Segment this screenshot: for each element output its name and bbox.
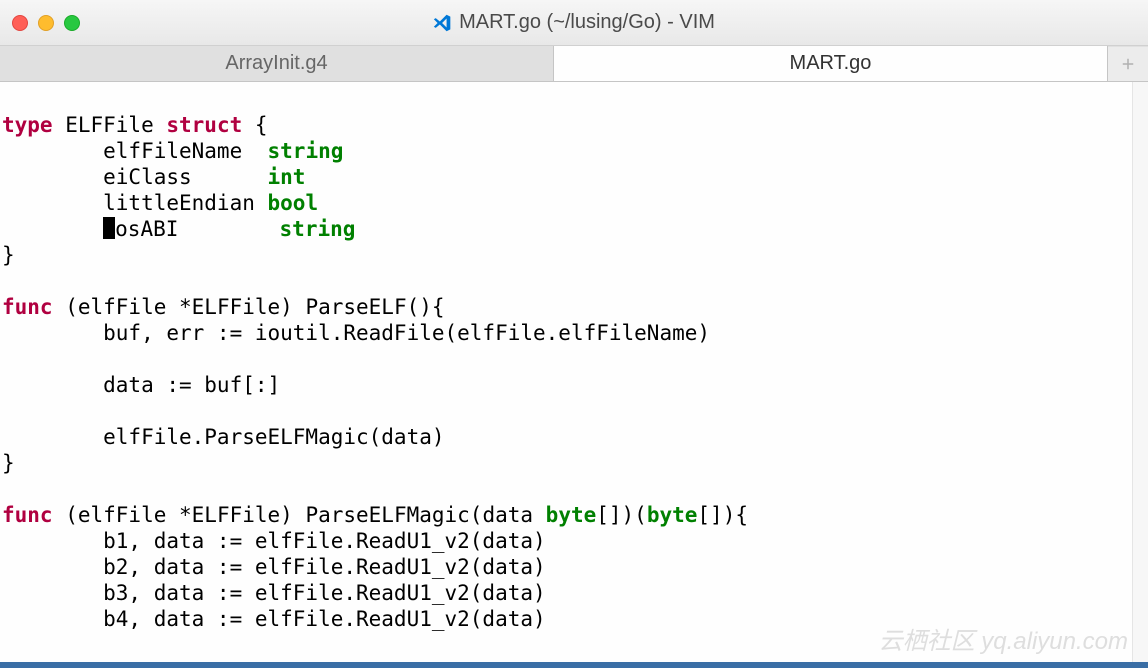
code-text: eiClass <box>2 165 268 189</box>
scrollbar[interactable] <box>1132 82 1148 668</box>
add-tab-button[interactable] <box>1108 46 1148 81</box>
code-text: buf, err := ioutil.ReadFile(elfFile.elfF… <box>2 321 710 345</box>
minimize-button[interactable] <box>38 15 54 31</box>
window-title-container: MART.go (~/lusing/Go) - VIM <box>433 11 715 34</box>
cursor <box>103 217 115 239</box>
tab-arrayinit[interactable]: ArrayInit.g4 <box>0 46 554 81</box>
code-text: } <box>2 451 15 475</box>
code-text: } <box>2 243 15 267</box>
code-text: b2, data := elfFile.ReadU1_v2(data) <box>2 555 546 579</box>
maximize-button[interactable] <box>64 15 80 31</box>
type-byte: byte <box>647 503 698 527</box>
tab-mart-go[interactable]: MART.go <box>554 46 1108 81</box>
titlebar: MART.go (~/lusing/Go) - VIM <box>0 0 1148 46</box>
editor-area[interactable]: type ELFFile struct { elfFileName string… <box>0 82 1148 668</box>
tab-label: ArrayInit.g4 <box>225 52 327 75</box>
code-text: elfFileName <box>2 139 268 163</box>
code-text: (elfFile *ELFFile) ParseELFMagic(data <box>53 503 546 527</box>
code-text: b4, data := elfFile.ReadU1_v2(data) <box>2 607 546 631</box>
traffic-lights <box>12 15 80 31</box>
tab-label: MART.go <box>790 52 872 75</box>
keyword-func: func <box>2 503 53 527</box>
keyword-func: func <box>2 295 53 319</box>
code-text <box>2 217 103 241</box>
type-bool: bool <box>268 191 319 215</box>
code-text: b3, data := elfFile.ReadU1_v2(data) <box>2 581 546 605</box>
tabbar: ArrayInit.g4 MART.go <box>0 46 1148 82</box>
keyword-type: type <box>2 113 53 137</box>
code-text: []){ <box>697 503 748 527</box>
vscode-icon <box>433 14 451 32</box>
code-text: (elfFile *ELFFile) ParseELF(){ <box>53 295 445 319</box>
type-string: string <box>280 217 356 241</box>
code-text: { <box>242 113 267 137</box>
code-text: osABI <box>115 217 279 241</box>
close-button[interactable] <box>12 15 28 31</box>
keyword-struct: struct <box>166 113 242 137</box>
type-string: string <box>268 139 344 163</box>
type-byte: byte <box>546 503 597 527</box>
code-text: elfFile.ParseELFMagic(data) <box>2 425 445 449</box>
code-text: [])( <box>596 503 647 527</box>
statusbar <box>0 662 1148 668</box>
type-int: int <box>268 165 306 189</box>
code-text: data := buf[:] <box>2 373 280 397</box>
window-title: MART.go (~/lusing/Go) - VIM <box>459 11 715 34</box>
plus-icon <box>1119 55 1137 73</box>
code-text: b1, data := elfFile.ReadU1_v2(data) <box>2 529 546 553</box>
code-text: littleEndian <box>2 191 268 215</box>
code-text: ELFFile <box>53 113 167 137</box>
watermark: 云栖社区 yq.aliyun.com <box>879 621 1128 656</box>
